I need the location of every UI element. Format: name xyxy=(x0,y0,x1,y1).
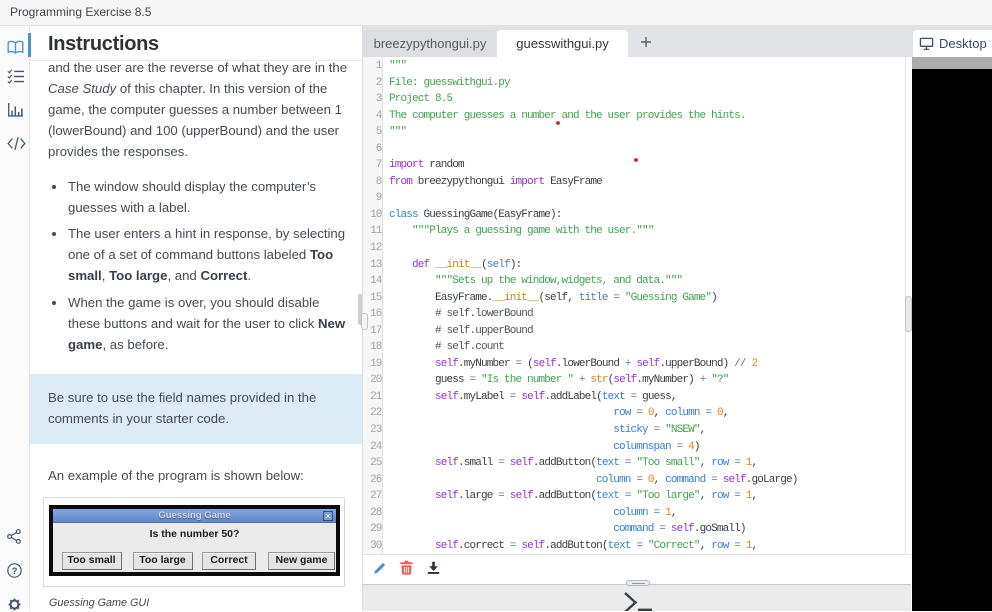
svg-text:?: ? xyxy=(12,566,18,577)
